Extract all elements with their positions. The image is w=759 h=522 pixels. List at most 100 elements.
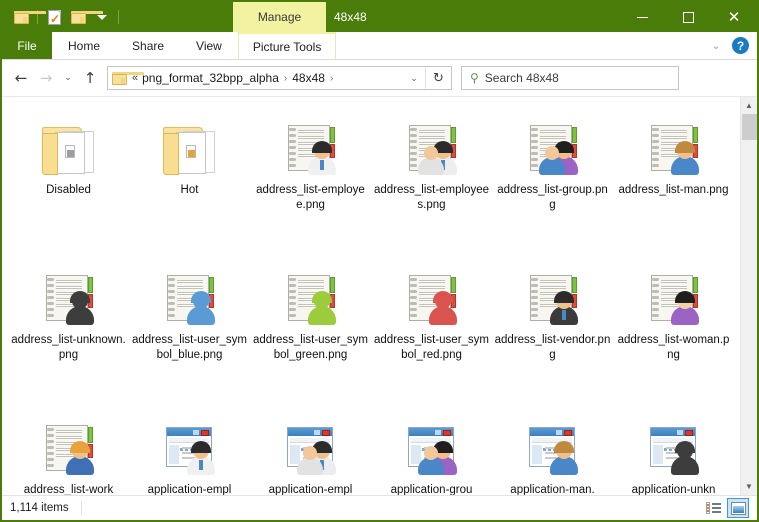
file-thumbnail <box>643 413 705 475</box>
file-item[interactable]: application-grou <box>371 407 492 495</box>
file-item[interactable]: address_list-vendor.png <box>492 257 613 407</box>
file-label: application-empl <box>268 484 353 495</box>
minimize-button[interactable] <box>619 2 665 32</box>
customize-chevron-icon[interactable] <box>91 6 113 28</box>
person-glyph <box>65 291 95 325</box>
folder-icon <box>161 125 219 175</box>
file-item[interactable]: address_list-unknown.png <box>8 257 129 407</box>
breadcrumb[interactable]: « png_format_32bpp_alpha › 48x48 › ⌄ ↻ <box>107 66 452 90</box>
file-label: address_list-employees.png <box>373 184 490 211</box>
file-thumbnail <box>643 113 705 175</box>
back-button[interactable]: ← <box>9 65 33 91</box>
details-view-icon <box>705 502 721 514</box>
folder-icon[interactable] <box>10 6 46 28</box>
explorer-window: ✓ Manage 48x48 ✕ File Home Share View Pi… <box>0 0 759 522</box>
qat-divider-2 <box>118 10 119 24</box>
application-window-icon <box>164 423 216 475</box>
file-label: address_list-user_symbol_green.png <box>252 334 369 361</box>
title-bar: ✓ Manage 48x48 ✕ <box>2 2 757 32</box>
file-item[interactable]: address_list-work <box>8 407 129 495</box>
file-item[interactable]: address_list-woman.png <box>613 257 734 407</box>
maximize-button[interactable] <box>665 2 711 32</box>
file-thumbnail <box>280 413 342 475</box>
file-list-pane[interactable]: Disabled Hot address_list-employee.png addr… <box>2 97 740 495</box>
search-icon: ⚲ <box>470 71 479 85</box>
scrollbar-thumb[interactable] <box>741 114 757 140</box>
file-item[interactable]: application-empl <box>250 407 371 495</box>
breadcrumb-folder-icon <box>108 67 144 89</box>
tab-share[interactable]: Share <box>116 32 181 59</box>
file-label: address_list-woman.png <box>617 334 730 361</box>
file-item[interactable]: address_list-user_symbol_blue.png <box>129 257 250 407</box>
person-glyph <box>549 291 579 325</box>
application-window-icon <box>285 423 337 475</box>
breadcrumb-separator-1[interactable]: › <box>281 73 290 84</box>
window-controls: ✕ <box>619 2 757 32</box>
address-book-icon <box>648 273 700 325</box>
up-button[interactable]: ↑ <box>78 65 102 91</box>
recent-locations-button[interactable]: ⌄ <box>59 65 77 91</box>
file-item[interactable]: application-unkn <box>613 407 734 495</box>
vertical-scrollbar[interactable]: ▲ ▼ <box>740 97 757 495</box>
address-book-icon <box>285 123 337 175</box>
file-item[interactable]: application-empl <box>129 407 250 495</box>
person-glyph <box>538 146 565 175</box>
address-book-icon <box>527 123 579 175</box>
file-thumbnail <box>38 263 100 325</box>
breadcrumb-item-parent[interactable]: png_format_32bpp_alpha <box>142 71 279 85</box>
tab-picture-tools[interactable]: Picture Tools <box>237 32 337 59</box>
person-glyph <box>428 291 458 325</box>
large-icons-view-button[interactable] <box>727 498 749 518</box>
help-icon[interactable]: ? <box>732 37 749 54</box>
file-item[interactable]: address_list-employees.png <box>371 107 492 257</box>
chevron-down-icon[interactable]: ⌄ <box>706 36 726 56</box>
person-glyph <box>670 141 700 175</box>
file-label: Disabled <box>46 184 91 196</box>
file-item[interactable]: Hot <box>129 107 250 257</box>
scroll-up-button[interactable]: ▲ <box>741 97 758 114</box>
tab-home[interactable]: Home <box>52 32 117 59</box>
file-item[interactable]: Disabled <box>8 107 129 257</box>
file-thumbnail <box>401 113 463 175</box>
search-input[interactable]: ⚲ Search 48x48 <box>461 66 679 90</box>
breadcrumb-item-current[interactable]: 48x48 <box>292 71 325 85</box>
file-label: address_list-employee.png <box>256 184 365 211</box>
file-item[interactable]: application-man. <box>492 407 613 495</box>
file-thumbnail <box>159 113 221 175</box>
close-button[interactable]: ✕ <box>711 2 757 32</box>
new-folder-icon[interactable] <box>67 6 103 28</box>
file-label: application-unkn <box>631 484 716 495</box>
status-bar: 1,114 items <box>2 495 757 520</box>
properties-icon[interactable]: ✓ <box>43 6 65 28</box>
file-item[interactable]: address_list-man.png <box>613 107 734 257</box>
address-book-icon <box>406 273 458 325</box>
file-label: address_list-user_symbol_blue.png <box>131 334 248 361</box>
window-title: 48x48 <box>334 10 367 24</box>
file-thumbnail <box>38 113 100 175</box>
status-divider <box>80 501 82 515</box>
refresh-icon[interactable]: ↻ <box>425 67 451 89</box>
details-view-button[interactable] <box>702 498 724 518</box>
address-book-icon <box>43 273 95 325</box>
address-book-icon <box>648 123 700 175</box>
file-item[interactable]: address_list-user_symbol_green.png <box>250 257 371 407</box>
person-glyph <box>670 291 700 325</box>
forward-button[interactable]: → <box>34 65 58 91</box>
tab-view[interactable]: View <box>180 32 238 59</box>
file-item[interactable]: address_list-group.png <box>492 107 613 257</box>
person-glyph <box>307 141 337 175</box>
breadcrumb-separator-2[interactable]: › <box>327 73 336 84</box>
file-label: address_list-work <box>23 484 114 495</box>
scroll-down-button[interactable]: ▼ <box>741 478 758 495</box>
file-label: address_list-user_symbol_red.png <box>373 334 490 361</box>
file-thumbnail <box>643 263 705 325</box>
application-window-icon <box>406 423 458 475</box>
file-label: address_list-group.png <box>497 184 608 211</box>
large-icons-view-icon <box>730 501 746 515</box>
tab-file[interactable]: File <box>2 32 52 59</box>
file-item[interactable]: address_list-employee.png <box>250 107 371 257</box>
search-placeholder: Search 48x48 <box>484 71 559 85</box>
file-label: Hot <box>180 184 199 196</box>
breadcrumb-dropdown-icon[interactable]: ⌄ <box>403 73 425 84</box>
file-item[interactable]: address_list-user_symbol_red.png <box>371 257 492 407</box>
